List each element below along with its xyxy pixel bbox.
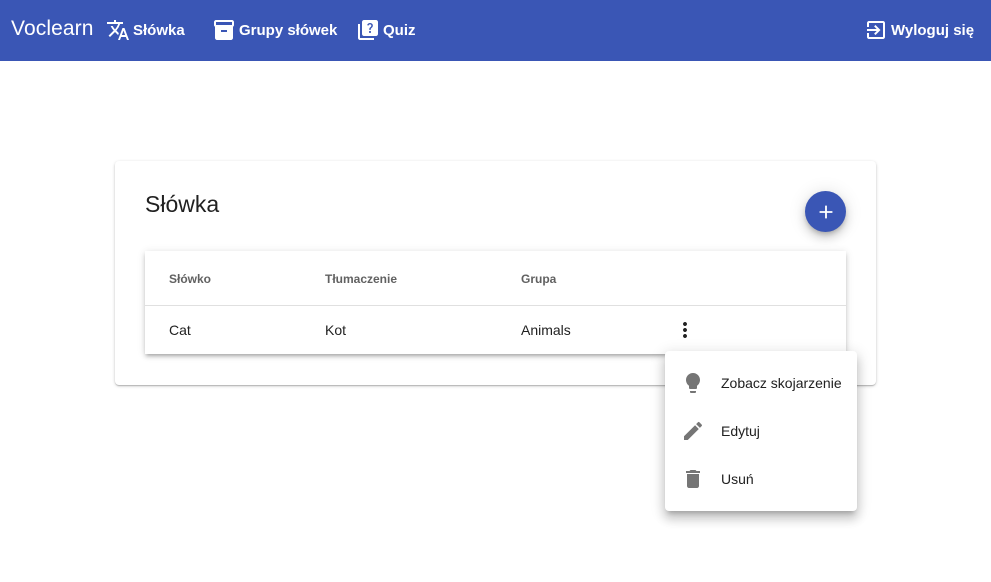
menu-item-edit-label: Edytuj (721, 423, 760, 439)
nav-item-word-groups[interactable]: Grupy słówek (212, 17, 337, 43)
nav-item-quiz-label: Quiz (383, 21, 416, 39)
brand-logo[interactable]: Voclearn (11, 17, 94, 41)
plus-icon (819, 205, 832, 218)
trash-icon (686, 470, 700, 488)
menu-item-delete-label: Usuń (721, 471, 754, 487)
cell-group: Animals (521, 322, 571, 338)
menu-item-delete[interactable]: Usuń (665, 455, 857, 503)
nav-item-words[interactable]: Słówka (106, 17, 185, 43)
logout-icon (867, 21, 885, 39)
app-bar: Voclearn Słówka Grupy słówek Quiz Wylogu… (0, 0, 991, 61)
logout-button[interactable]: Wyloguj się (864, 17, 974, 43)
quiz-icon (358, 20, 378, 40)
page-title: Słówka (145, 191, 220, 217)
menu-item-show-association-label: Zobacz skojarzenie (721, 375, 842, 391)
translate-icon (107, 20, 129, 40)
column-header-translation[interactable]: Tłumaczenie (325, 272, 397, 286)
archive-icon (214, 20, 234, 40)
add-word-button[interactable] (805, 191, 846, 232)
logout-label: Wyloguj się (891, 21, 975, 39)
nav-item-word-groups-label: Grupy słówek (239, 21, 338, 39)
lightbulb-icon (686, 373, 700, 393)
more-vert-icon (683, 322, 687, 338)
pencil-icon (684, 421, 703, 440)
row-actions-button[interactable] (673, 318, 697, 342)
nav-item-words-label: Słówka (133, 21, 185, 39)
column-header-word[interactable]: Słówko (169, 272, 211, 286)
cell-translation: Kot (325, 322, 347, 338)
table-header: Słówko Tłumaczenie Grupa (145, 251, 846, 306)
table-row[interactable]: Cat Kot Animals (145, 306, 846, 354)
nav-item-quiz[interactable]: Quiz (356, 17, 416, 43)
menu-item-show-association[interactable]: Zobacz skojarzenie (665, 359, 857, 407)
words-table: Słówko Tłumaczenie Grupa Cat Kot Animals (145, 251, 846, 354)
cell-word: Cat (169, 322, 191, 338)
row-actions-menu: Zobacz skojarzenie Edytuj Usuń (665, 351, 857, 511)
column-header-group[interactable]: Grupa (521, 272, 556, 286)
menu-item-edit[interactable]: Edytuj (665, 407, 857, 455)
